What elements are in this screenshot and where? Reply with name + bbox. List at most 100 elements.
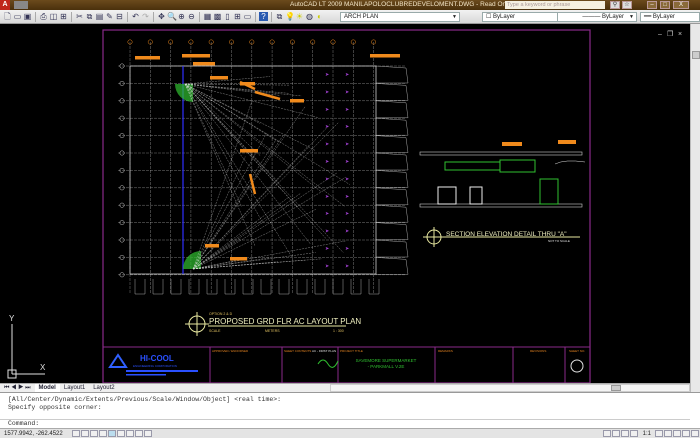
layer-color-icon[interactable]: ◐: [315, 12, 324, 21]
block-editor-icon[interactable]: ⊟: [115, 12, 124, 21]
duct-line: [185, 84, 311, 244]
linetype-value: ByLayer: [602, 14, 624, 20]
scale-value: 1 : 300: [333, 329, 344, 333]
zoom-previous-icon[interactable]: ⊖: [187, 12, 196, 21]
ducs-toggle[interactable]: [126, 430, 134, 437]
design-center-icon[interactable]: ▩: [213, 12, 222, 21]
section-note: NOT TO SCALE: [548, 239, 570, 243]
diffuser-symbol: ➤: [345, 211, 349, 217]
copy-icon[interactable]: ⧉: [85, 12, 94, 21]
model-space-icon[interactable]: [603, 430, 611, 437]
duct-line: [185, 84, 302, 96]
sheet-no-label: SHEET NO.: [569, 349, 585, 353]
clean-screen-icon[interactable]: [691, 430, 699, 437]
drawing-canvas[interactable]: ➤ ➤ ➤ ➤ ➤ ➤ ➤ ➤ ➤ ➤ ➤ ➤ ➤ ➤ ➤ ➤ ➤ ➤ ➤ ➤ ➤ ➤ ➤ ➤ OPTION 2 & D PR…: [0, 24, 690, 383]
airflow: [555, 161, 585, 164]
layer-manager-icon[interactable]: ⧉: [275, 12, 284, 21]
autocad-logo-icon[interactable]: A: [0, 0, 10, 10]
viewport-controls[interactable]: – ❐ ×: [658, 30, 682, 38]
markup-icon[interactable]: ▭: [243, 12, 252, 21]
remarks-label: REMARKS: [438, 349, 453, 353]
shop-outline: [376, 66, 408, 83]
help-icon[interactable]: ?: [259, 12, 268, 21]
layer-dropdown[interactable]: ARCH PLAN ▼: [340, 12, 460, 22]
storefront: [279, 279, 289, 294]
paste-icon[interactable]: ▤: [95, 12, 104, 21]
maximize-button[interactable]: □: [660, 1, 670, 9]
layer-on-icon[interactable]: 💡: [285, 12, 294, 21]
command-window[interactable]: [All/Center/Dynamic/Extents/Previous/Sca…: [0, 392, 700, 428]
diffuser-symbol: ➤: [345, 124, 349, 130]
zoom-realtime-icon[interactable]: 🔍: [167, 12, 176, 21]
diffuser-symbol: ➤: [345, 263, 349, 269]
otrack-toggle[interactable]: [117, 430, 125, 437]
diffuser-symbol: ➤: [325, 124, 329, 130]
diffuser-symbol: ➤: [345, 159, 349, 165]
open-icon[interactable]: ▭: [13, 12, 22, 21]
pan-icon[interactable]: ✥: [157, 12, 166, 21]
project-name: SAVEMORE SUPERMARKET: [356, 358, 417, 363]
print-icon[interactable]: ⎙: [39, 12, 48, 21]
window-title: AutoCAD LT 2009 MANILAPOLOCLUBREDEVELOME…: [290, 1, 511, 8]
osnap-toggle[interactable]: [108, 430, 116, 437]
signature: [318, 360, 338, 367]
properties-icon[interactable]: ▦: [203, 12, 212, 21]
layer-freeze-icon[interactable]: ☀: [295, 12, 304, 21]
zoom-window-icon[interactable]: ⊕: [177, 12, 186, 21]
vertical-scroll-thumb[interactable]: [692, 51, 700, 59]
undo-icon[interactable]: ↶: [131, 12, 140, 21]
lineweight-dropdown[interactable]: ━━ ByLayer: [640, 12, 700, 22]
auto-scale-icon[interactable]: [664, 430, 672, 437]
tab-layout1[interactable]: Layout1: [60, 384, 89, 392]
search-icon[interactable]: ⚲: [610, 1, 620, 9]
grid-toggle[interactable]: [81, 430, 89, 437]
tool-palettes-icon[interactable]: ▯: [223, 12, 232, 21]
duct-line: [185, 84, 260, 123]
vertical-scrollbar[interactable]: [690, 24, 700, 392]
dyn-toggle[interactable]: [135, 430, 143, 437]
shop-outline: [376, 188, 408, 205]
storefront: [153, 279, 163, 294]
tab-layout2[interactable]: Layout2: [89, 384, 118, 392]
duct-line: [185, 84, 345, 206]
minimize-button[interactable]: –: [647, 1, 657, 9]
linetype-dropdown[interactable]: ——— ByLayer ▼: [557, 12, 637, 22]
tab-model[interactable]: Model: [35, 384, 60, 392]
polar-toggle[interactable]: [99, 430, 107, 437]
annotation-visibility-icon[interactable]: [655, 430, 663, 437]
lwt-toggle[interactable]: [144, 430, 152, 437]
layer-lock-icon[interactable]: ◍: [305, 12, 314, 21]
redo-icon[interactable]: ↷: [141, 12, 150, 21]
diffuser-symbol: ➤: [325, 176, 329, 182]
sheet-set-icon[interactable]: ⊞: [233, 12, 242, 21]
ahu: [540, 179, 558, 204]
annotation-scale[interactable]: 1:1: [643, 431, 651, 437]
horizontal-scrollbar[interactable]: [330, 384, 690, 392]
match-properties-icon[interactable]: ✎: [105, 12, 114, 21]
new-icon[interactable]: 🗋: [3, 12, 12, 21]
tab-nav-buttons[interactable]: ⏮ ◀ ▶ ⏭: [0, 384, 35, 392]
layout-icon[interactable]: [612, 430, 620, 437]
star-icon[interactable]: ☆: [622, 1, 632, 9]
quick-access-toolbar[interactable]: [14, 1, 28, 9]
section-title-block: SECTION ELEVATION DETAIL THRU "A" NOT TO…: [423, 227, 580, 247]
ortho-toggle[interactable]: [90, 430, 98, 437]
command-input[interactable]: Command:: [0, 419, 690, 428]
lock-icon[interactable]: [682, 430, 690, 437]
print-preview-icon[interactable]: ◫: [49, 12, 58, 21]
publish-icon[interactable]: ⊞: [59, 12, 68, 21]
revisions-label: REVISIONS: [530, 349, 546, 353]
horizontal-scroll-thumb[interactable]: [611, 385, 621, 391]
save-icon[interactable]: ▣: [23, 12, 32, 21]
snap-toggle[interactable]: [72, 430, 80, 437]
close-button[interactable]: X: [673, 1, 689, 9]
pan-icon[interactable]: [621, 430, 629, 437]
svg-text:X: X: [40, 363, 46, 372]
sheet-content: AC - FIRST PLAN: [312, 349, 336, 353]
zoom-icon[interactable]: [630, 430, 638, 437]
building-outline: [130, 66, 376, 274]
help-search-input[interactable]: Type a keyword or phrase: [505, 1, 605, 9]
cut-icon[interactable]: ✂: [75, 12, 84, 21]
workspace-icon[interactable]: [673, 430, 681, 437]
company-logo-icon: [110, 355, 126, 367]
